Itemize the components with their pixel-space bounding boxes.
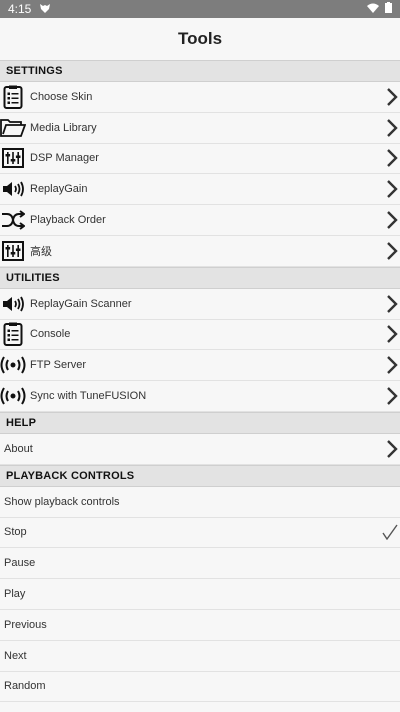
menu-item-ftp-server[interactable]: FTP Server (0, 350, 400, 382)
option-pause[interactable]: Pause (0, 548, 400, 580)
battery-icon (385, 2, 392, 16)
shuffle-icon (0, 207, 26, 233)
menu-item-replaygain-scanner[interactable]: ReplayGain Scanner (0, 288, 400, 320)
option-label: Random (4, 680, 46, 693)
menu-item-sync-tunefusion[interactable]: Sync with TuneFUSION (0, 381, 400, 412)
section-header-settings: SETTINGS (0, 60, 400, 82)
chevron-right-icon (386, 149, 398, 168)
menu-item-label: ReplayGain (30, 183, 88, 196)
page-title: Tools (0, 18, 400, 60)
folder-icon (0, 115, 26, 141)
menu-item-playback-order[interactable]: Playback Order (0, 205, 400, 236)
chevron-right-icon (386, 242, 398, 260)
chevron-right-icon (386, 88, 398, 106)
option-stop[interactable]: Stop (0, 517, 400, 549)
menu-item-choose-skin[interactable]: Choose Skin (0, 82, 400, 113)
menu-item-about[interactable]: About (0, 433, 400, 465)
option-random[interactable]: Random (0, 671, 400, 703)
menu-item-label: 高级 (30, 245, 52, 258)
clipboard-list-icon (0, 84, 26, 110)
status-bar: 4:15 (0, 0, 400, 18)
speaker-icon (0, 291, 26, 317)
option-label: Next (4, 649, 27, 662)
option-label: Show playback controls (4, 495, 120, 508)
checkmark-icon (382, 524, 398, 541)
chevron-right-icon (386, 325, 398, 344)
wifi-icon (367, 2, 379, 16)
menu-item-media-library[interactable]: Media Library (0, 112, 400, 144)
option-label: Previous (4, 618, 47, 631)
equalizer-icon (0, 145, 26, 171)
menu-item-label: Choose Skin (30, 90, 93, 103)
chevron-right-icon (386, 118, 398, 137)
menu-item-label: DSP Manager (30, 152, 99, 165)
menu-item-label: Console (30, 328, 71, 341)
section-header-utilities: UTILITIES (0, 266, 400, 289)
menu-item-console[interactable]: Console (0, 319, 400, 351)
app-notification-icon (39, 2, 51, 17)
option-label: Play (4, 588, 26, 601)
chevron-right-icon (386, 294, 398, 313)
chevron-right-icon (386, 356, 398, 375)
option-previous[interactable]: Previous (0, 609, 400, 641)
option-next[interactable]: Next (0, 640, 400, 672)
speaker-icon (0, 176, 26, 202)
equalizer-icon (0, 238, 26, 264)
menu-item-label: FTP Server (30, 359, 87, 372)
option-label: Pause (4, 557, 36, 570)
menu-item-label: ReplayGain Scanner (30, 297, 132, 310)
menu-item-dsp-manager[interactable]: DSP Manager (0, 143, 400, 175)
status-time: 4:15 (8, 2, 32, 16)
broadcast-icon (0, 383, 26, 409)
menu-item-advanced[interactable]: 高级 (0, 235, 400, 267)
option-play[interactable]: Play (0, 579, 400, 610)
chevron-right-icon (386, 180, 398, 199)
option-label: Stop (4, 526, 27, 539)
menu-item-label: About (4, 442, 33, 455)
broadcast-icon (0, 352, 26, 378)
clipboard-list-icon (0, 321, 26, 347)
chevron-right-icon (386, 387, 398, 405)
menu-item-label: Media Library (30, 121, 97, 134)
menu-item-replaygain[interactable]: ReplayGain (0, 174, 400, 206)
section-header-help: HELP (0, 411, 400, 434)
menu-item-label: Playback Order (30, 214, 106, 227)
chevron-right-icon (386, 440, 398, 458)
section-header-playback-controls: PLAYBACK CONTROLS (0, 464, 400, 487)
menu-item-label: Sync with TuneFUSION (30, 390, 147, 403)
chevron-right-icon (386, 211, 398, 229)
option-show-playback-controls[interactable]: Show playback controls (0, 486, 400, 518)
